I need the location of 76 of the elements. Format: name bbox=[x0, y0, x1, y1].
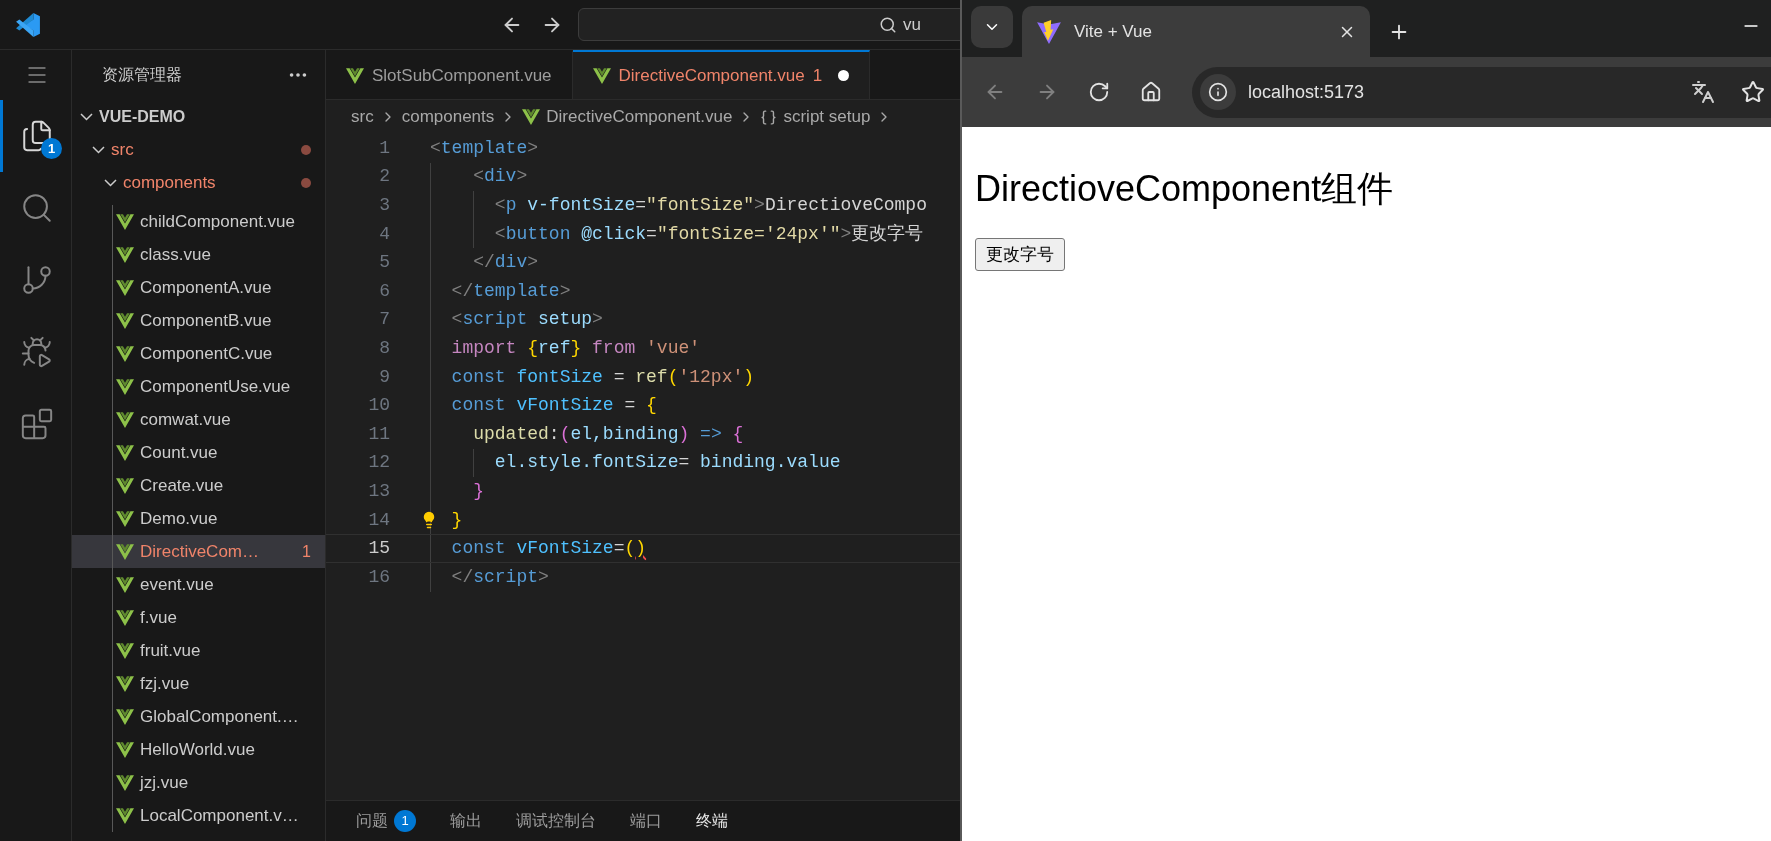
tree-item[interactable]: components bbox=[72, 166, 325, 199]
line-number: 10 bbox=[367, 394, 390, 418]
line-number: 14 bbox=[367, 508, 390, 532]
problem-badge: 1 bbox=[394, 810, 416, 832]
line-number: 5 bbox=[378, 251, 390, 275]
panel-tab[interactable]: 输出 bbox=[450, 809, 482, 833]
line-number: 8 bbox=[378, 336, 390, 360]
code-line: const fontSize = ref('12px') bbox=[450, 365, 755, 389]
tree-item[interactable]: jzj.vue bbox=[72, 766, 325, 799]
code-line: </script> bbox=[450, 565, 549, 589]
code-line: } bbox=[450, 508, 463, 532]
code-line: </div> bbox=[472, 251, 539, 275]
line-number: 6 bbox=[378, 279, 390, 303]
breadcrumb-item[interactable]: DirectiveComponent.vue bbox=[546, 104, 733, 130]
code-line: const vFontSize=() bbox=[450, 537, 647, 561]
tree-item[interactable]: VUE-DEMO bbox=[72, 100, 325, 133]
code-line: const vFontSize = { bbox=[450, 394, 657, 418]
line-number: 15 bbox=[367, 537, 390, 561]
search-field[interactable]: vu bbox=[578, 8, 960, 41]
notification-badge: 1 bbox=[41, 138, 62, 159]
tree-item[interactable]: event.vue bbox=[72, 568, 325, 601]
breadcrumb-item[interactable]: script setup bbox=[783, 104, 871, 130]
tree-item[interactable]: Create.vue bbox=[72, 469, 325, 502]
code-line: <template> bbox=[430, 136, 539, 160]
panel-tab[interactable]: 端口 bbox=[630, 809, 662, 833]
tree-item[interactable]: ComponentUse.vue bbox=[72, 370, 325, 403]
line-number: 1 bbox=[378, 136, 390, 160]
tree-item[interactable]: ComponentC.vue bbox=[72, 337, 325, 370]
line-number: 16 bbox=[367, 565, 390, 589]
tree-item[interactable]: childComponent.vue bbox=[72, 205, 325, 238]
tree-item[interactable]: DirectiveCom… 1 bbox=[72, 535, 325, 568]
code-line: updated:(el,binding) => { bbox=[472, 422, 744, 446]
code-line: } bbox=[472, 479, 484, 503]
tree-item[interactable]: fruit.vue bbox=[72, 634, 325, 667]
tree-item[interactable]: class.vue bbox=[72, 238, 325, 271]
tree-item[interactable]: ComponentB.vue bbox=[72, 304, 325, 337]
line-number: 12 bbox=[367, 451, 390, 475]
address-bar[interactable]: localhost:5173 bbox=[1192, 66, 1771, 118]
tree-item[interactable]: LocalComponent.v… bbox=[72, 799, 325, 832]
line-number: 7 bbox=[378, 308, 390, 332]
line-number: 13 bbox=[367, 479, 390, 503]
tree-item[interactable]: src bbox=[72, 133, 325, 166]
breadcrumb-item[interactable]: components bbox=[401, 104, 495, 130]
tree-item[interactable]: ComponentA.vue bbox=[72, 271, 325, 304]
tree-item[interactable]: Demo.vue bbox=[72, 502, 325, 535]
problem-count: 1 bbox=[812, 64, 823, 87]
tree-item[interactable]: Count.vue bbox=[72, 436, 325, 469]
page-heading: DirectioveComponent组件 bbox=[975, 167, 1394, 211]
code-line: import {ref} from 'vue' bbox=[450, 336, 701, 360]
tree-item[interactable]: GlobalComponent.… bbox=[72, 700, 325, 733]
browser-tab[interactable]: Vite + Vue bbox=[1022, 6, 1370, 57]
tree-item[interactable]: fzj.vue bbox=[72, 667, 325, 700]
problem-count: 1 bbox=[302, 541, 311, 562]
editor-tab[interactable]: SlotSubComponent.vue bbox=[326, 50, 573, 99]
tree-item[interactable]: f.vue bbox=[72, 601, 325, 634]
explorer-button[interactable]: 1 bbox=[0, 100, 71, 172]
panel-tab[interactable]: 调试控制台 bbox=[516, 809, 596, 833]
line-number: 3 bbox=[378, 194, 390, 217]
sidebar-title: 资源管理器 bbox=[102, 65, 182, 85]
tree-item[interactable]: comwat.vue bbox=[72, 403, 325, 436]
code-line: <script setup> bbox=[450, 308, 603, 332]
code-line: <button @click="fontSize='24px'">更改字号 bbox=[493, 222, 924, 246]
breadcrumb-item[interactable]: src bbox=[351, 104, 374, 130]
code-line: el.style.fontSize= binding.value bbox=[493, 451, 841, 475]
line-number: 2 bbox=[378, 165, 390, 189]
line-number: 9 bbox=[378, 365, 390, 389]
editor-tab[interactable]: DirectiveComponent.vue 1 bbox=[572, 50, 871, 99]
change-font-size-button[interactable]: 更改字号 bbox=[975, 238, 1065, 272]
line-number: 4 bbox=[378, 222, 390, 246]
line-number: 11 bbox=[367, 422, 390, 446]
code-line: <p v-fontSize="fontSize">DirectioveCompo bbox=[493, 194, 927, 217]
tree-item[interactable]: HelloWorld.vue bbox=[72, 733, 325, 766]
code-line: <div> bbox=[472, 165, 528, 189]
panel-tab[interactable]: 问题 1 bbox=[356, 809, 416, 833]
code-line: </template> bbox=[450, 279, 571, 303]
panel-tab[interactable]: 终端 bbox=[696, 809, 728, 833]
